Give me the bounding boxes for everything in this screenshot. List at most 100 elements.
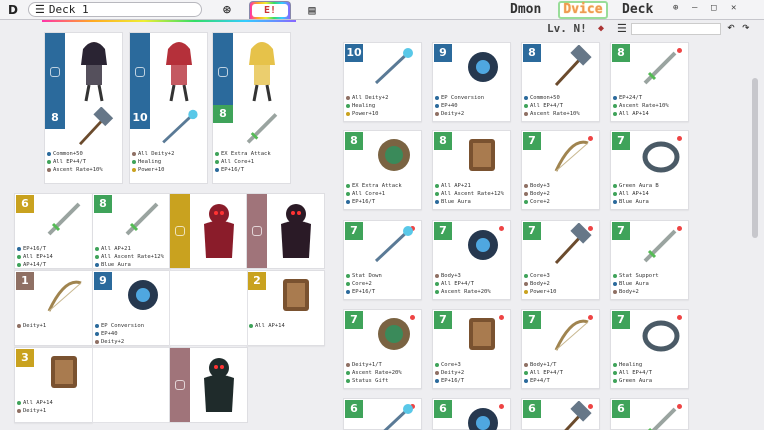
inventory-card-stat-dot-icon — [524, 111, 528, 116]
inventory-card[interactable]: 6 — [432, 398, 511, 430]
deck-device-slot[interactable]: 1 Deity+1 — [14, 270, 93, 346]
inventory-card-item-icon — [542, 312, 600, 356]
deck-device-slot[interactable]: 2 All AP+14 — [246, 270, 325, 346]
slot-weapon-icon — [235, 107, 289, 144]
boss-slot[interactable] — [169, 347, 248, 423]
search-input[interactable] — [631, 23, 721, 35]
deck-device-slot-item-icon — [35, 273, 93, 317]
inventory-card[interactable]: 7 Stat Support Blue Aura Body+2 — [610, 220, 689, 300]
slot-chip-icon — [50, 67, 60, 77]
inventory-card-item-icon — [364, 45, 422, 89]
inventory-card-level-badge: 7 — [523, 132, 541, 150]
inventory-card-stat-line: EP+40 — [435, 103, 458, 110]
inventory-card-stat-line: All EP+4/T — [524, 103, 563, 110]
deck-device-slot-stat-dot-icon — [95, 254, 99, 259]
minimize-button[interactable]: — — [692, 3, 697, 13]
undo-icon[interactable]: ↶ — [727, 20, 735, 35]
close-button[interactable]: ✕ — [731, 3, 736, 13]
pin-icon[interactable]: ⊕ — [673, 3, 678, 13]
inventory-card-stat-line: Power+10 — [346, 111, 379, 118]
inventory-card-level-badge: 7 — [345, 311, 363, 329]
deck-device-slot[interactable]: 3 All AP+14 Deity+1 — [14, 347, 93, 423]
inventory-card[interactable]: 9 EP Conversion EP+40 Deity+2 — [432, 42, 511, 122]
inventory-card-stat-line: Blue Aura — [613, 199, 649, 206]
app-logo-icon: D — [8, 3, 18, 17]
redo-icon[interactable]: ↷ — [742, 20, 750, 35]
inventory-card-stat-dot-icon — [346, 289, 350, 294]
inventory-scrollbar[interactable] — [752, 78, 758, 238]
deck-name-field[interactable]: ☰ Deck 1 — [28, 2, 202, 17]
inventory-card-stat-line: Core+2 — [346, 281, 372, 288]
slot-stat-dot-icon — [215, 159, 219, 164]
inventory-card-item-icon — [453, 223, 511, 267]
inventory-card-stat-dot-icon — [346, 95, 350, 100]
deck-device-slot-stat-text: EP Conversion — [101, 323, 145, 329]
deck-device-slot[interactable]: 9 EP Conversion EP+40 Deity+2 — [92, 270, 171, 346]
deck-name-text: Deck 1 — [48, 3, 89, 16]
inventory-card[interactable]: 8 EX Extra Attack All Core+1 EP+16/T — [343, 130, 422, 210]
inventory-card[interactable]: 6 — [521, 398, 600, 430]
tab-dvice[interactable]: Dvice — [558, 1, 608, 19]
inventory-card[interactable]: 7 Core+3 Deity+2 EP+16/T — [432, 309, 511, 389]
inventory-card[interactable]: 7 Green Aura B All AP+14 Blue Aura — [610, 130, 689, 210]
deck-character-slot[interactable]: 8 EX Extra Attack All Core+1 EP+16/T — [212, 32, 291, 184]
deck-device-slot[interactable]: 6 EP+16/T All EP+14 AP+14/T — [14, 193, 93, 269]
inventory-card[interactable]: 8 Common+50 All EP+4/T Ascent Rate+10% — [521, 42, 600, 122]
deck-device-slot-stat-text: EP+16/T — [23, 246, 47, 252]
deck-character-slot[interactable]: 8 Common+50 All EP+4/T Ascent Rate+10% — [44, 32, 123, 184]
inventory-card[interactable]: 7 Body+1/T All EP+4/T EP+4/T — [521, 309, 600, 389]
boss-art — [192, 352, 246, 420]
list-icon[interactable]: ☰ — [617, 22, 627, 35]
inventory-card[interactable]: 7 Deity+1/T Ascent Rate+20% Status Gift — [343, 309, 422, 389]
deck-device-slot[interactable]: 8 All AP+21 All Ascent Rate+12% Blue Aura — [92, 193, 171, 269]
inventory-card-stat-text: Body+1/T — [530, 362, 557, 368]
inventory-card-stat-text: Body+2 — [530, 281, 550, 287]
inventory-card-stat-text: EP+24/T — [619, 95, 643, 101]
inventory-card-stat-text: Ascent Rate+20% — [352, 370, 402, 376]
inventory-card-stat-line: Green Aura B — [613, 183, 659, 190]
level-filter[interactable]: Lv. N! — [547, 22, 587, 35]
boss-slot-chip-icon — [252, 226, 262, 236]
inventory-card-stat-text: EP+40 — [441, 103, 458, 109]
slot-weapon-icon — [67, 106, 121, 146]
tab-e-button[interactable]: E! — [249, 1, 291, 19]
deck-device-slot-stat-line: All AP+14 — [17, 400, 53, 407]
title-bar: D ☰ Deck 1 ⊛ E! ▤ Dmon Dvice Deck ⊕ — □ … — [0, 0, 764, 20]
inventory-card[interactable]: 6 — [610, 398, 689, 430]
inventory-card[interactable]: 7 Body+3 All EP+4/T Ascent Rate+20% — [432, 220, 511, 300]
deck-character-slot[interactable]: 10 All Deity+2 Healing Power+10 — [129, 32, 208, 184]
empty-slot[interactable] — [92, 347, 171, 423]
inventory-card[interactable]: 7 Stat Down Core+2 EP+16/T — [343, 220, 422, 300]
inventory-card[interactable]: 6 — [343, 398, 422, 430]
inventory-card-stat-dot-icon — [346, 103, 350, 108]
boss-slot[interactable] — [246, 193, 325, 269]
inventory-card-level-badge: 9 — [434, 44, 452, 62]
inventory-card-stat-text: EP+4/T — [530, 378, 550, 384]
inventory-card[interactable]: 8 All AP+21 All Ascent Rate+12% Blue Aura — [432, 130, 511, 210]
inventory-card-stat-line: Stat Down — [346, 273, 382, 280]
slot-stat-dot-icon — [47, 151, 51, 156]
tab-deck[interactable]: Deck — [622, 1, 653, 19]
notebook-icon[interactable]: ▤ — [304, 0, 320, 20]
globe-icon[interactable]: ⊛ — [218, 0, 236, 20]
empty-slot[interactable] — [169, 270, 248, 346]
inventory-card[interactable]: 7 Core+3 Body+2 Power+10 — [521, 220, 600, 300]
inventory-card[interactable]: 7 Body+3 Body+2 Core+2 — [521, 130, 600, 210]
deck-device-slot-stat-dot-icon — [249, 323, 253, 328]
deck-device-slot-stat-dot-icon — [95, 246, 99, 251]
maximize-button[interactable]: □ — [711, 3, 716, 13]
slot-stat-dot-icon — [132, 151, 136, 156]
inventory-card-stat-text: All Deity+2 — [352, 95, 389, 101]
inventory-card[interactable]: 7 Healing All EP+4/T Green Aura — [610, 309, 689, 389]
inventory-card[interactable]: 10 All Deity+2 Healing Power+10 — [343, 42, 422, 122]
inventory-card-stat-line: Healing — [613, 362, 642, 369]
inventory-card-stat-dot-icon — [346, 191, 350, 196]
diamond-icon[interactable]: ◆ — [598, 23, 604, 34]
inventory-card-stat-dot-icon — [435, 191, 439, 196]
slot-stat-text: All Core+1 — [221, 159, 255, 165]
menu-icon[interactable]: ☰ — [35, 3, 45, 16]
slot-stat-dot-icon — [215, 167, 219, 172]
tab-dmon[interactable]: Dmon — [510, 1, 541, 19]
inventory-card[interactable]: 8 EP+24/T Ascent Rate+10% All AP+14 — [610, 42, 689, 122]
boss-slot[interactable] — [169, 193, 248, 269]
